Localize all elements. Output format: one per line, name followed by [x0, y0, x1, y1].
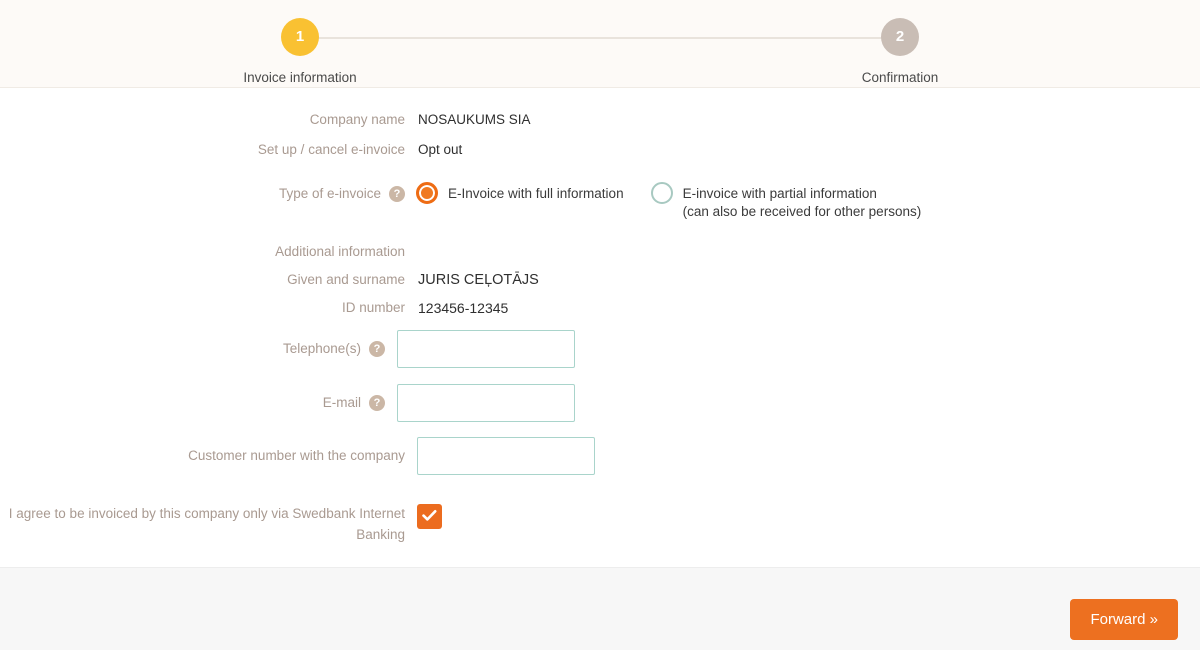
agreement-checkbox[interactable]	[417, 504, 442, 529]
row-type-of-einvoice: Type of e-invoice ? E-Invoice with full …	[0, 182, 922, 221]
id-number-label: ID number	[341, 300, 405, 315]
row-given-and-surname: Given and surname JURIS CEĻOTĀJS	[0, 271, 539, 289]
type-of-einvoice-label-wrap: Type of e-invoice ?	[0, 185, 405, 203]
row-customer-number: Customer number with the company	[0, 437, 595, 475]
footer-bar: Forward »	[0, 567, 1200, 650]
additional-information-label: Additional information	[275, 244, 405, 259]
telephone-label: Telephone(s)	[282, 341, 361, 356]
stepper-header: 1 Invoice information 2 Confirmation	[0, 0, 1200, 88]
customer-number-label: Customer number with the company	[188, 448, 405, 463]
row-id-number: ID number 123456-12345	[0, 299, 508, 317]
forward-button[interactable]: Forward »	[1070, 599, 1178, 640]
radio-label-partial-sub: (can also be received for other persons)	[682, 204, 922, 219]
row-email: E-mail ?	[0, 384, 575, 422]
invoice-information-form: Company name NOSAUKUMS SIA Set up / canc…	[0, 88, 1200, 567]
type-of-einvoice-radio-group: E-Invoice with full information E-invoic…	[416, 182, 922, 221]
setup-cancel-einvoice-value: Opt out	[418, 142, 463, 157]
radio-label-partial-information: E-invoice with partial information (can …	[683, 185, 922, 221]
setup-cancel-einvoice-label: Set up / cancel e-invoice	[257, 142, 405, 157]
row-telephone: Telephone(s) ?	[0, 330, 575, 368]
question-mark-icon-type[interactable]: ?	[389, 186, 405, 202]
company-name-value: NOSAUKUMS SIA	[418, 112, 531, 127]
radio-label-full-information: E-Invoice with full information	[448, 186, 624, 201]
question-mark-icon-telephone[interactable]: ?	[369, 341, 385, 357]
telephone-label-wrap: Telephone(s) ?	[0, 339, 385, 359]
stepper-connector-line	[301, 37, 900, 39]
checkmark-icon	[422, 510, 437, 521]
stepper-step-invoice-information[interactable]: 1 Invoice information	[220, 18, 380, 85]
radio-mark-partial-information[interactable]	[650, 182, 673, 204]
radio-option-full-information[interactable]: E-Invoice with full information	[416, 182, 624, 204]
given-and-surname-value: JURIS CEĻOTĀJS	[418, 272, 539, 288]
type-of-einvoice-label: Type of e-invoice	[278, 186, 381, 201]
email-input[interactable]	[397, 384, 575, 422]
telephone-input[interactable]	[397, 330, 575, 368]
agreement-label: I agree to be invoiced by this company o…	[8, 506, 405, 542]
stepper-step-confirmation[interactable]: 2 Confirmation	[820, 18, 980, 85]
row-agreement: I agree to be invoiced by this company o…	[0, 503, 460, 545]
email-label-wrap: E-mail ?	[0, 393, 385, 413]
customer-number-input[interactable]	[417, 437, 595, 475]
step-number-badge-2: 2	[881, 18, 919, 56]
row-additional-information: Additional information	[0, 243, 405, 261]
step-label-2: Confirmation	[861, 70, 939, 85]
radio-label-partial-main: E-invoice with partial information	[682, 186, 877, 201]
radio-mark-full-information[interactable]	[416, 182, 438, 204]
row-company-name: Company name NOSAUKUMS SIA	[0, 111, 531, 129]
email-label: E-mail	[322, 395, 361, 410]
given-and-surname-label: Given and surname	[287, 272, 405, 287]
company-name-label: Company name	[309, 112, 405, 127]
row-setup-cancel-einvoice: Set up / cancel e-invoice Opt out	[0, 141, 462, 159]
id-number-value: 123456-12345	[418, 300, 509, 316]
step-number-badge-1: 1	[281, 18, 319, 56]
question-mark-icon-email[interactable]: ?	[369, 395, 385, 411]
step-label-1: Invoice information	[243, 70, 357, 85]
radio-option-partial-information[interactable]: E-invoice with partial information (can …	[650, 182, 922, 221]
